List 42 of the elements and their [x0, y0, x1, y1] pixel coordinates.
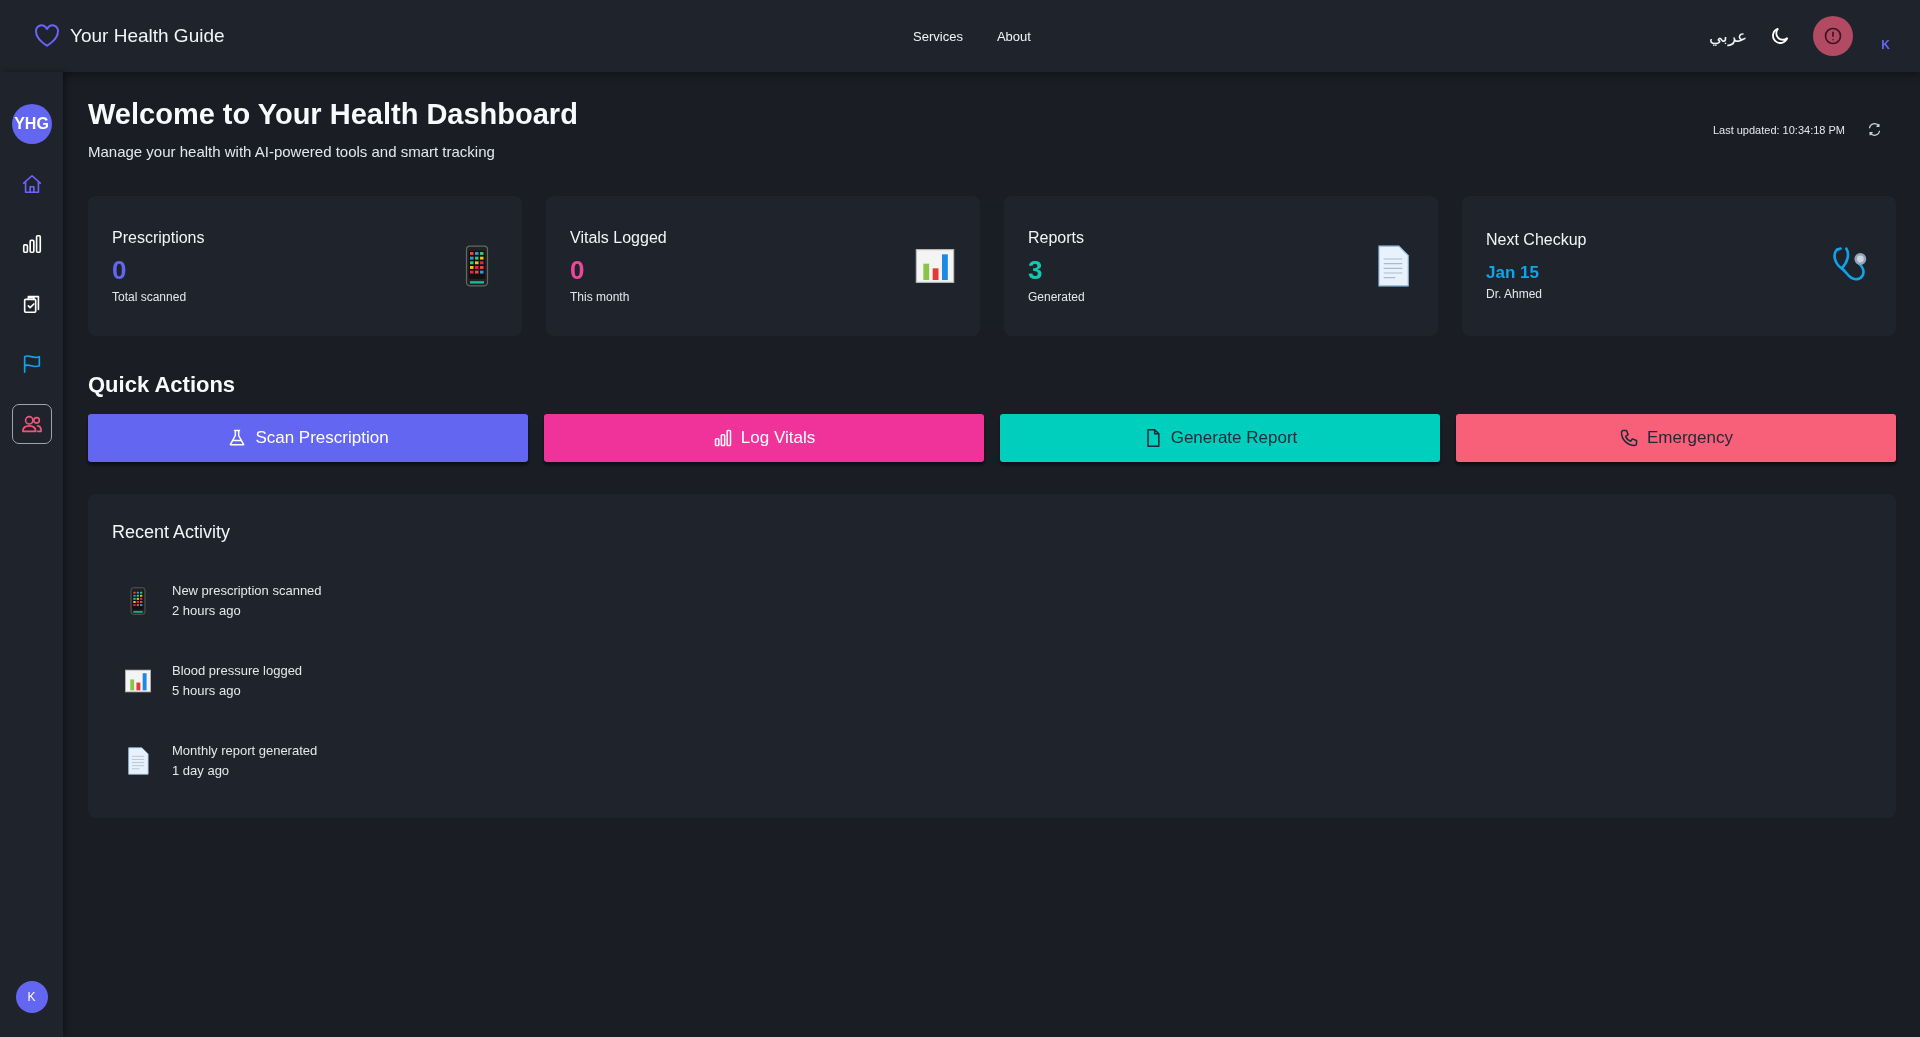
activity-text: Monthly report generated: [172, 742, 318, 760]
action-button[interactable]: Scan Prescription: [88, 414, 528, 462]
stat-value: 0: [112, 254, 128, 286]
activity-text: Blood pressure logged: [172, 662, 303, 680]
bar-chart-icon: [124, 667, 152, 695]
action-button[interactable]: Log Vitals: [544, 414, 984, 462]
phone-icon: [1619, 428, 1639, 448]
stat-label: Vitals Logged: [570, 228, 667, 247]
action-button[interactable]: Generate Report: [1000, 414, 1440, 462]
heart-icon: [34, 24, 60, 48]
alert-button[interactable]: [1813, 16, 1854, 56]
stat-caption: Generated: [1028, 289, 1085, 304]
stat-label: Next Checkup: [1486, 231, 1587, 249]
activity-time: 2 hours ago: [172, 602, 242, 620]
action-button[interactable]: Emergency: [1456, 414, 1896, 462]
refresh-icon[interactable]: [1867, 122, 1882, 137]
page-subtitle: Manage your health with AI-powered tools and smart tracking: [88, 143, 496, 160]
stat-value: 3: [1028, 254, 1044, 286]
language-toggle[interactable]: عربي: [1709, 25, 1748, 47]
stat-label: Reports: [1028, 228, 1085, 247]
logo-avatar: YHG: [11, 104, 52, 144]
stat-caption: Dr. Ahmed: [1486, 287, 1544, 301]
last-updated: Last updated: 10:34:18 PM: [1712, 123, 1845, 136]
stat-caption: Total scanned: [112, 289, 188, 304]
stat-label: Prescriptions: [112, 228, 205, 247]
stat-caption: This month: [570, 289, 631, 304]
panel-title: Recent Activity: [112, 522, 232, 543]
nav-link[interactable]: About: [996, 28, 1031, 44]
alert-icon: [1823, 26, 1844, 46]
stat-value: Jan 15: [1486, 263, 1540, 283]
activity-time: 1 day ago: [172, 762, 231, 780]
app-title: Your Health Guide: [70, 25, 225, 47]
stat-value: 0: [570, 254, 586, 286]
activity-time: 5 hours ago: [172, 682, 242, 700]
page-title: Welcome to Your Health Dashboard: [88, 98, 578, 131]
activity-text: New prescription scanned: [172, 582, 322, 600]
bar-chart-icon: [712, 428, 733, 448]
user-initial: K: [1881, 38, 1890, 52]
user-avatar[interactable]: K: [15, 981, 48, 1013]
sidebar-item[interactable]: [11, 404, 52, 444]
nav-link[interactable]: Services: [913, 28, 963, 44]
section-title: Quick Actions: [88, 372, 237, 398]
